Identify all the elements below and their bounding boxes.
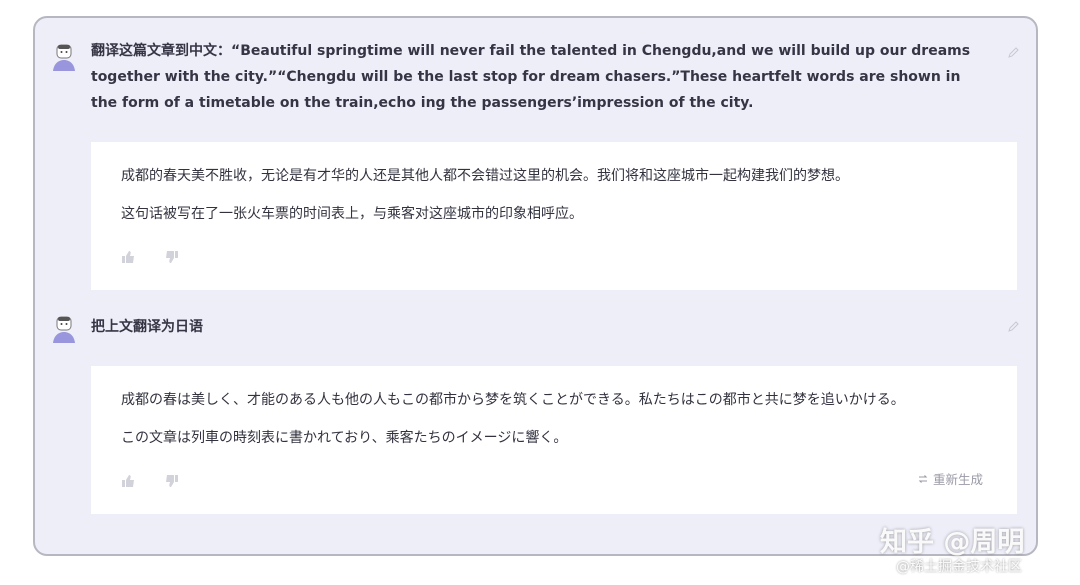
feedback-buttons bbox=[121, 474, 179, 488]
refresh-icon bbox=[918, 474, 928, 483]
watermark-juejin: @稀土掘金技术社区 bbox=[896, 559, 1022, 575]
user-message-2: 把上文翻译为日语 bbox=[35, 314, 1036, 348]
answer-paragraph: この文章は列車の時刻表に書かれており、乘客たちのイメージに響く。 bbox=[121, 430, 568, 446]
user-message-1: 翻译这篇文章到中文：“Beautiful springtime will nev… bbox=[35, 40, 1036, 120]
regenerate-button[interactable]: 重新生成 bbox=[917, 469, 983, 488]
assistant-answer-1: 成都的春天美不胜收，无论是有才华的人还是其他人都不会错过这里的机会。我们将和这座… bbox=[91, 142, 1017, 290]
pencil-icon[interactable] bbox=[1006, 320, 1020, 334]
regenerate-label: 重新生成 bbox=[932, 472, 983, 487]
answer-paragraph: 成都の春は美しく、才能のある人も他の人もこの都市から梦を筑くことができる。私たち… bbox=[121, 392, 905, 408]
user-message-text: 翻译这篇文章到中文：“Beautiful springtime will nev… bbox=[91, 43, 971, 111]
watermark-zhihu: 知乎 @周明 bbox=[880, 527, 1025, 558]
thumbs-down-icon[interactable] bbox=[165, 250, 179, 264]
thumbs-down-icon[interactable] bbox=[165, 474, 179, 488]
pencil-icon[interactable] bbox=[1006, 46, 1020, 60]
user-avatar-icon bbox=[53, 316, 75, 343]
answer-paragraph: 这句话被写在了一张火车票的时间表上，与乘客对这座城市的印象相呼应。 bbox=[121, 206, 583, 222]
answer-paragraph: 成都的春天美不胜收，无论是有才华的人还是其他人都不会错过这里的机会。我们将和这座… bbox=[121, 168, 849, 184]
feedback-buttons bbox=[121, 250, 179, 264]
thumbs-up-icon[interactable] bbox=[121, 250, 135, 264]
user-avatar-icon bbox=[53, 44, 75, 71]
assistant-answer-2: 成都の春は美しく、才能のある人も他の人もこの都市から梦を筑くことができる。私たち… bbox=[91, 366, 1017, 514]
chat-panel: 翻译这篇文章到中文：“Beautiful springtime will nev… bbox=[33, 16, 1038, 556]
user-message-text: 把上文翻译为日语 bbox=[91, 319, 203, 335]
thumbs-up-icon[interactable] bbox=[121, 474, 135, 488]
